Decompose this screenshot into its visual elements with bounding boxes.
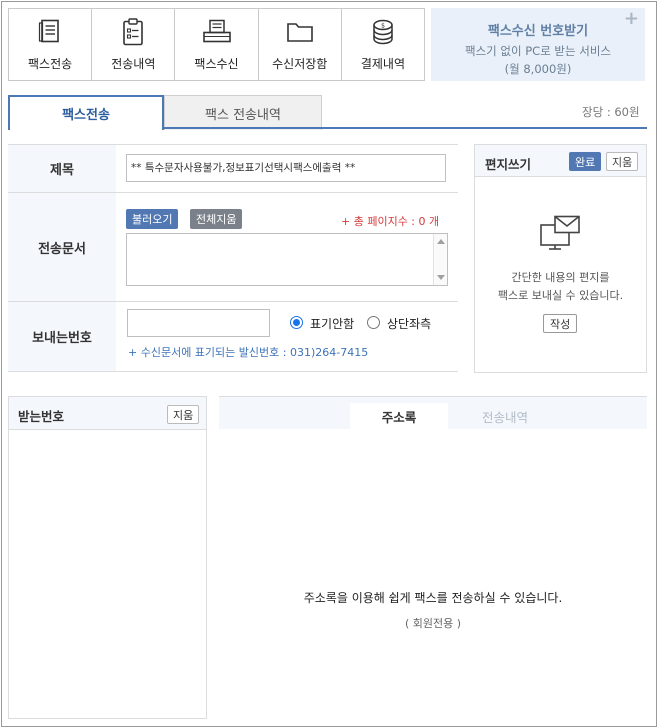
letter-desc-line1: 간단한 내용의 편지를 [511, 271, 610, 284]
address-message: 주소록을 이용해 쉽게 팩스를 전송하실 수 있습니다. [303, 591, 563, 605]
plus-icon[interactable]: + [624, 8, 639, 29]
receiver-panel: 받는번호 지움 [8, 396, 207, 719]
tab-underline [164, 127, 647, 129]
message-textarea[interactable] [126, 233, 448, 286]
tab-fax-history[interactable]: 팩스 전송내역 [164, 95, 322, 130]
radio-top-left[interactable] [367, 316, 380, 329]
letter-title: 편지쓰기 [485, 157, 532, 172]
fax-machine-icon [202, 18, 232, 46]
unit-price: 장당 : 60원 [582, 105, 640, 119]
letter-header: 편지쓰기 완료 지움 [475, 145, 646, 177]
promo-price: (월 8,000원) [504, 62, 572, 76]
subject-label: 제목 [8, 145, 116, 192]
menu-send-history[interactable]: 전송내역 [92, 9, 176, 80]
promo-title: 팩스수신 번호받기 [487, 24, 589, 39]
menu-label: 수신저장함 [272, 56, 328, 71]
menu-payment-history[interactable]: $ 결제내역 [342, 9, 424, 80]
radio-top-left-label: 상단좌측 [387, 317, 432, 331]
message-row: 전송문서 불러오기 전체지움 + 총 페이지수 : 0 개 [8, 192, 458, 301]
sender-number-input[interactable] [127, 309, 270, 337]
receiver-title: 받는번호 [18, 409, 65, 424]
address-panel: 주소록 전송내역 주소록을 이용해 쉽게 팩스를 전송하실 수 있습니다. ( … [219, 396, 647, 719]
menu-fax-send[interactable]: 팩스전송 [9, 9, 93, 80]
letter-write-button[interactable]: 작성 [543, 314, 578, 333]
total-pages: + 총 페이지수 : 0 개 [341, 215, 440, 228]
tab-fax-send[interactable]: 팩스전송 [8, 95, 164, 130]
subject-row: 제목 ** 특수문자사용불가,정보표기선택시팩스에출력 ** [8, 144, 458, 192]
coin-stack-icon: $ [368, 18, 398, 46]
address-tabs: 주소록 전송내역 [219, 396, 647, 430]
scroll-up-arrow-icon[interactable] [437, 239, 445, 244]
letter-panel: 편지쓰기 완료 지움 간단한 내용의 편지를 팩스로 보내실 수 있습니다. 작… [474, 144, 647, 373]
letter-done-button[interactable]: 완료 [569, 152, 602, 171]
clear-all-button[interactable]: 전체지움 [190, 209, 243, 229]
radio-hide[interactable] [290, 316, 303, 329]
receiver-header: 받는번호 지움 [9, 397, 206, 430]
receiver-clear-button[interactable]: 지움 [167, 405, 200, 424]
menu-label: 전송내역 [111, 56, 156, 71]
sender-row: 보내는번호 표기안함 상단좌측 + 수신문서에 표기되는 발신번호 : 031)… [8, 301, 458, 372]
tab-address-book[interactable]: 주소록 [350, 403, 448, 430]
top-menu: 팩스전송 전송내역 팩스수신 수신저장함 $ 결제내역 [8, 8, 425, 81]
menu-label: 팩스전송 [28, 56, 73, 71]
scroll-down-arrow-icon[interactable] [437, 275, 445, 280]
menu-label: 결제내역 [360, 56, 405, 71]
promo-subtitle: 팩스기 없이 PC로 받는 서비스 [465, 44, 611, 58]
folder-icon [285, 18, 315, 46]
radio-hide-label: 표기안함 [310, 317, 355, 331]
message-label: 전송문서 [8, 193, 116, 301]
menu-label: 팩스수신 [194, 56, 239, 71]
menu-inbox[interactable]: 수신저장함 [259, 9, 342, 80]
clipboard-checklist-icon [118, 17, 148, 46]
sender-note: + 수신문서에 표기되는 발신번호 : 031)264-7415 [128, 346, 369, 359]
tab-send-history[interactable]: 전송내역 [456, 403, 554, 430]
fax-number-promo[interactable]: + 팩스수신 번호받기 팩스기 없이 PC로 받는 서비스 (월 8,000원) [431, 8, 645, 81]
load-button[interactable]: 불러오기 [126, 209, 179, 229]
subject-input[interactable]: ** 특수문자사용불가,정보표기선택시팩스에출력 ** [126, 154, 446, 182]
address-sub-message: ( 회원전용 ) [404, 617, 462, 630]
menu-fax-receive[interactable]: 팩스수신 [175, 9, 259, 80]
envelope-monitor-icon [539, 215, 583, 254]
fax-document-icon [35, 18, 65, 46]
sender-label: 보내는번호 [8, 302, 116, 371]
svg-text:$: $ [381, 22, 385, 29]
letter-clear-button[interactable]: 지움 [606, 152, 639, 171]
textarea-scrollbar[interactable] [433, 234, 447, 285]
letter-desc-line2: 팩스로 보내실 수 있습니다. [497, 289, 624, 302]
main-tabs: 팩스전송 팩스 전송내역 [8, 95, 648, 130]
